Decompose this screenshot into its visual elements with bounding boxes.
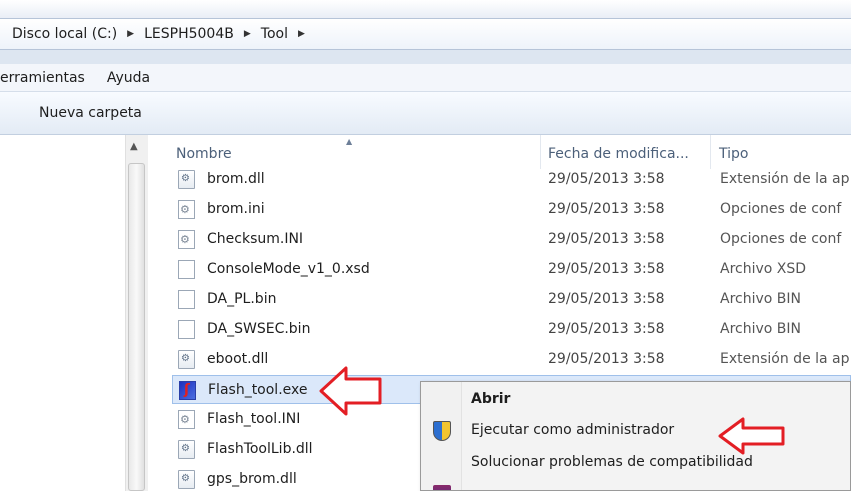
blank-file-icon — [178, 260, 195, 279]
annotation-arrow-left-icon — [319, 366, 382, 416]
context-menu-label: Solucionar problemas de compatibilidad — [471, 454, 753, 470]
file-name: brom.ini — [207, 201, 265, 217]
file-row[interactable]: brom.dll 29/05/2013 3:58 Extensión de la… — [172, 165, 851, 194]
ini-file-icon — [178, 230, 195, 249]
menu-item-herramientas[interactable]: erramientas — [0, 70, 95, 86]
breadcrumb-arrow-icon[interactable]: ▶ — [127, 29, 134, 39]
file-name: eboot.dll — [207, 351, 269, 367]
column-type[interactable]: Tipo — [719, 146, 748, 162]
menu-item-ayuda[interactable]: Ayuda — [107, 70, 160, 86]
file-name: brom.dll — [207, 171, 265, 187]
column-divider[interactable] — [540, 135, 541, 169]
nav-scrollbar[interactable]: ▲ — [125, 135, 148, 491]
file-name: DA_SWSEC.bin — [207, 321, 311, 337]
command-bar: Nueva carpeta — [0, 92, 851, 135]
file-date: 29/05/2013 3:58 — [548, 201, 665, 217]
dll-file-icon — [178, 470, 195, 489]
dll-file-icon — [178, 350, 195, 369]
uac-shield-icon — [433, 421, 451, 441]
file-name: Flash_tool.exe — [208, 382, 308, 398]
column-divider[interactable] — [710, 135, 711, 169]
dll-file-icon — [178, 170, 195, 189]
navigation-pane[interactable] — [0, 135, 125, 491]
file-date: 29/05/2013 3:58 — [548, 261, 665, 277]
file-row[interactable]: eboot.dll 29/05/2013 3:58 Extensión de l… — [172, 345, 851, 374]
blank-file-icon — [178, 320, 195, 339]
file-name: ConsoleMode_v1_0.xsd — [207, 261, 370, 277]
file-type: Archivo BIN — [720, 291, 801, 307]
toolbar-gap — [0, 50, 851, 64]
new-folder-button[interactable]: Nueva carpeta — [39, 105, 142, 121]
breadcrumb-lesph5004b[interactable]: LESPH5004B ▶ — [144, 26, 261, 42]
ini-file-icon — [178, 200, 195, 219]
file-name: DA_PL.bin — [207, 291, 277, 307]
winrar-icon — [433, 485, 451, 490]
file-type: Archivo BIN — [720, 321, 801, 337]
file-type: Opciones de conf — [720, 231, 842, 247]
file-name: FlashToolLib.dll — [207, 441, 313, 457]
file-row[interactable]: Checksum.INI 29/05/2013 3:58 Opciones de… — [172, 225, 851, 254]
file-date: 29/05/2013 3:58 — [548, 291, 665, 307]
file-row[interactable]: DA_SWSEC.bin 29/05/2013 3:58 Archivo BIN — [172, 315, 851, 344]
file-type: Opciones de conf — [720, 201, 842, 217]
breadcrumb-arrow-icon[interactable]: ▶ — [298, 29, 305, 39]
breadcrumb-disco-local[interactable]: Disco local (C:) ▶ — [12, 26, 144, 42]
context-menu-add-to-archive[interactable] — [423, 480, 850, 490]
window-top-strip — [0, 0, 851, 18]
column-name[interactable]: Nombre — [176, 146, 232, 162]
file-type: Extensión de la ap — [720, 351, 850, 367]
column-header: ▲ Nombre Fecha de modifica... Tipo — [150, 135, 851, 169]
file-row[interactable]: ConsoleMode_v1_0.xsd 29/05/2013 3:58 Arc… — [172, 255, 851, 284]
breadcrumb-arrow-icon[interactable]: ▶ — [244, 29, 251, 39]
sort-ascending-icon: ▲ — [346, 137, 353, 146]
file-row[interactable]: brom.ini 29/05/2013 3:58 Opciones de con… — [172, 195, 851, 224]
file-type: Extensión de la ap — [720, 171, 850, 187]
file-date: 29/05/2013 3:58 — [548, 321, 665, 337]
context-menu-open[interactable]: Abrir — [423, 385, 850, 415]
file-date: 29/05/2013 3:58 — [548, 351, 665, 367]
file-row[interactable]: DA_PL.bin 29/05/2013 3:58 Archivo BIN — [172, 285, 851, 314]
column-date[interactable]: Fecha de modifica... — [548, 146, 689, 162]
file-name: Flash_tool.INI — [207, 411, 301, 427]
file-type: Archivo XSD — [720, 261, 807, 277]
blank-file-icon — [178, 290, 195, 309]
scroll-up-icon[interactable]: ▲ — [130, 141, 138, 152]
file-name: gps_brom.dll — [207, 471, 297, 487]
scroll-thumb[interactable] — [128, 163, 145, 491]
context-menu-label: Abrir — [471, 391, 511, 407]
exe-file-icon — [179, 381, 196, 400]
dll-file-icon — [178, 440, 195, 459]
breadcrumb-label: Disco local (C:) — [12, 26, 118, 42]
annotation-arrow-left-icon — [718, 417, 785, 455]
breadcrumb-label: Tool — [260, 26, 288, 42]
file-date: 29/05/2013 3:58 — [548, 231, 665, 247]
breadcrumb-label: LESPH5004B — [144, 26, 234, 42]
menu-bar: erramientas Ayuda — [0, 64, 851, 92]
context-menu-label: Ejecutar como administrador — [471, 422, 675, 438]
ini-file-icon — [178, 410, 195, 429]
breadcrumb-tool[interactable]: Tool ▶ — [261, 26, 315, 42]
address-bar[interactable]: Disco local (C:) ▶ LESPH5004B ▶ Tool ▶ — [0, 18, 851, 50]
file-name: Checksum.INI — [207, 231, 304, 247]
file-date: 29/05/2013 3:58 — [548, 171, 665, 187]
